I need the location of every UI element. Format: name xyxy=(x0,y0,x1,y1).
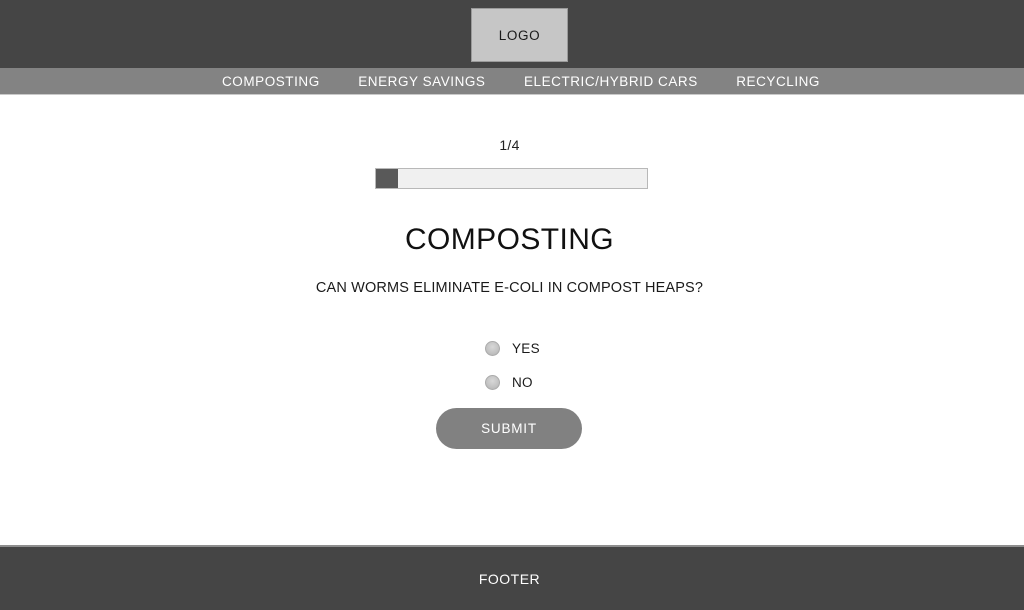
radio-icon-yes[interactable] xyxy=(485,340,500,356)
quiz-main: 1/4 COMPOSTING CAN WORMS ELIMINATE E-COL… xyxy=(0,95,1024,545)
option-label-no: NO xyxy=(512,374,533,390)
answer-options: YES NO xyxy=(485,331,685,399)
nav-item-composting[interactable]: COMPOSTING xyxy=(222,74,320,89)
quiz-question: CAN WORMS ELIMINATE E-COLI IN COMPOST HE… xyxy=(315,280,704,296)
option-yes[interactable]: YES xyxy=(485,331,685,365)
radio-icon-no[interactable] xyxy=(485,374,500,390)
site-header: LOGO xyxy=(0,0,1024,68)
quiz-title: COMPOSTING xyxy=(404,223,614,256)
nav-item-recycling[interactable]: RECYCLING xyxy=(736,74,820,89)
footer-label: FOOTER xyxy=(478,570,541,587)
submit-button[interactable]: SUBMIT xyxy=(436,408,582,449)
logo-label: LOGO xyxy=(498,27,541,43)
progress-label: 1/4 xyxy=(499,137,520,153)
progress-bar-fill xyxy=(376,169,398,188)
nav-items: COMPOSTING ENERGY SAVINGS ELECTRIC/HYBRI… xyxy=(222,68,820,94)
option-label-yes: YES xyxy=(512,340,540,356)
nav-item-energy-savings[interactable]: ENERGY SAVINGS xyxy=(358,74,485,89)
option-no[interactable]: NO xyxy=(485,365,685,399)
nav-item-electric-hybrid-cars[interactable]: ELECTRIC/HYBRID CARS xyxy=(524,74,698,89)
main-navigation: COMPOSTING ENERGY SAVINGS ELECTRIC/HYBRI… xyxy=(0,68,1024,95)
site-footer: FOOTER xyxy=(0,545,1024,610)
logo[interactable]: LOGO xyxy=(471,8,568,62)
progress-bar xyxy=(375,168,648,189)
